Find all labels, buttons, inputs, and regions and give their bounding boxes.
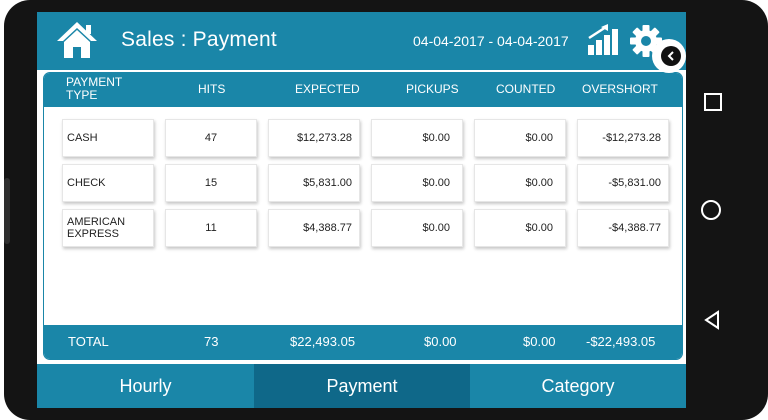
page-title: Sales : Payment [121,28,277,51]
cell-payment-type: CASH [62,119,154,157]
cell-pickups: $0.00 [371,209,463,247]
cell-counted: $0.00 [474,209,566,247]
cell-expected: $4,388.77 [268,209,360,247]
cell-hits: 15 [165,164,257,202]
table-header: PAYMENT TYPE HITS EXPECTED PICKUPS COUNT… [44,73,682,107]
cell-overshort: -$4,388.77 [577,209,669,247]
table-total-row: TOTAL 73 $22,493.05 $0.00 $0.00 -$22,493… [44,325,682,359]
payment-table: PAYMENT TYPE HITS EXPECTED PICKUPS COUNT… [43,72,683,360]
home-circle-icon[interactable] [701,200,721,220]
column-header-hits: HITS [198,82,226,96]
recent-apps-icon[interactable] [704,93,722,111]
app-screen: Sales : Payment 04-04-2017 - 04-04-2017 [37,12,686,408]
tab-category[interactable]: Category [470,364,686,408]
chevron-left-icon [667,51,674,61]
total-overshort: -$22,493.05 [586,334,656,349]
cell-pickups: $0.00 [371,119,463,157]
total-counted: $0.00 [523,334,556,349]
cell-pickups: $0.00 [371,164,463,202]
cell-hits: 47 [165,119,257,157]
cell-counted: $0.00 [474,164,566,202]
column-header-pickups: PICKUPS [406,82,459,96]
table-row[interactable]: CHECK 15 $5,831.00 $0.00 $0.00 -$5,831.0… [44,164,682,204]
cell-overshort: -$12,273.28 [577,119,669,157]
total-pickups: $0.00 [424,334,457,349]
back-triangle-icon[interactable] [703,310,721,330]
cell-expected: $5,831.00 [268,164,360,202]
total-hits: 73 [204,334,219,349]
device-frame: Sales : Payment 04-04-2017 - 04-04-2017 [4,0,768,420]
cell-expected: $12,273.28 [268,119,360,157]
cell-payment-type: AMERICAN EXPRESS [62,209,154,247]
cell-payment-type: CHECK [62,164,154,202]
total-expected: $22,493.05 [290,334,356,349]
tab-hourly[interactable]: Hourly [37,364,254,408]
tab-payment[interactable]: Payment [254,364,470,408]
bottom-tab-bar: Hourly Payment Category [37,364,686,408]
cell-overshort: -$5,831.00 [577,164,669,202]
collapse-panel-button[interactable] [652,39,686,73]
app-header: Sales : Payment 04-04-2017 - 04-04-2017 [37,12,686,70]
column-header-overshort: OVERSHORT [582,82,658,96]
home-icon[interactable] [55,20,99,60]
device-side-button [4,178,10,244]
column-header-expected: EXPECTED [295,82,360,96]
date-range[interactable]: 04-04-2017 - 04-04-2017 [413,33,569,49]
cell-counted: $0.00 [474,119,566,157]
column-header-counted: COUNTED [496,82,556,96]
bar-chart-icon[interactable] [586,24,620,56]
total-label: TOTAL [68,334,109,349]
table-row[interactable]: CASH 47 $12,273.28 $0.00 $0.00 -$12,273.… [44,119,682,159]
column-header-payment-type: PAYMENT TYPE [66,75,123,102]
table-row[interactable]: AMERICAN EXPRESS 11 $4,388.77 $0.00 $0.00… [44,209,682,249]
cell-hits: 11 [165,209,257,247]
